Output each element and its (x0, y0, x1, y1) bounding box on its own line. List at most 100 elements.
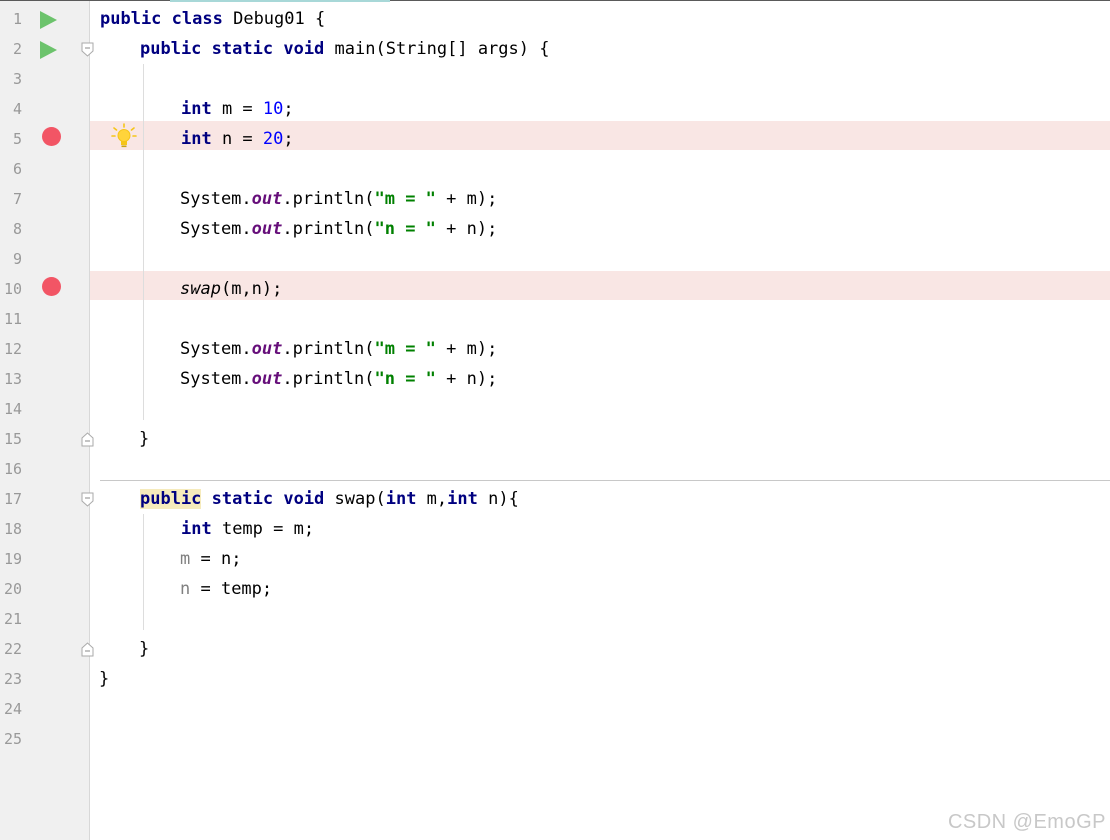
line-number: 8 (12, 220, 22, 238)
code-text: int temp = m; (181, 514, 314, 544)
static-field: out (251, 219, 283, 239)
token: temp = m; (211, 519, 315, 539)
run-arrow-icon[interactable] (40, 41, 57, 59)
code-text: public static void swap(int m,int n){ (140, 484, 519, 514)
code-line[interactable]: 11 (0, 304, 1110, 334)
code-line-breakpoint[interactable]: 10 swap(m,n); (0, 270, 1110, 300)
token: + m); (435, 339, 498, 359)
token: } (139, 639, 150, 659)
lightbulb-icon[interactable] (111, 123, 137, 149)
method-separator (100, 480, 1110, 481)
token: n = (211, 129, 263, 149)
line-number: 5 (12, 130, 22, 148)
line-number: 15 (3, 430, 22, 448)
fold-marker-icon[interactable] (81, 42, 94, 57)
string-literal: "m = " (374, 339, 436, 359)
code-editor[interactable]: 1 public class Debug01 { 2 public static… (0, 0, 1110, 840)
line-number: 2 (12, 40, 22, 58)
code-line[interactable]: 25 (0, 724, 1110, 754)
line-number: 7 (12, 190, 22, 208)
token: ; (283, 99, 294, 119)
token: ; (283, 129, 294, 149)
code-line[interactable]: 18 int temp = m; (0, 514, 1110, 544)
code-line[interactable]: 7 System.out.println("m = " + m); (0, 184, 1110, 214)
token: .println( (282, 219, 375, 239)
code-line[interactable]: 3 (0, 64, 1110, 94)
code-text: n = temp; (180, 574, 272, 604)
code-line[interactable]: 8 System.out.println("n = " + n); (0, 214, 1110, 244)
code-text: int n = 20; (181, 124, 294, 154)
indent-guide (143, 514, 144, 630)
code-text: public static void main(String[] args) { (140, 34, 549, 64)
line-number: 18 (3, 520, 22, 538)
code-text: } (99, 664, 109, 694)
token: System. (180, 189, 252, 209)
code-line[interactable]: 14 (0, 394, 1110, 424)
code-line[interactable]: 19 m = n; (0, 544, 1110, 574)
code-line[interactable]: 12 System.out.println("m = " + m); (0, 334, 1110, 364)
editor-top-border (0, 0, 1110, 1)
code-line[interactable]: 2 public static void main(String[] args)… (0, 34, 1110, 64)
run-arrow-icon[interactable] (40, 11, 57, 29)
code-text: m = n; (180, 544, 241, 574)
token: swap( (324, 489, 386, 509)
breakpoint-icon[interactable] (42, 127, 61, 146)
parameter-reassigned: m (180, 549, 191, 569)
code-text: System.out.println("n = " + n); (180, 214, 497, 244)
code-text: public class Debug01 { (100, 4, 325, 34)
line-number: 13 (3, 370, 22, 388)
number-literal: 20 (262, 129, 284, 149)
code-line-breakpoint[interactable]: 5 int n = 20; (0, 120, 1110, 150)
code-line[interactable]: 22 } (0, 634, 1110, 664)
token: = n; (190, 549, 242, 569)
line-number: 21 (3, 610, 22, 628)
fold-marker-icon[interactable] (81, 642, 94, 657)
token: + n); (435, 219, 498, 239)
static-field: out (251, 369, 283, 389)
token: main(String[] args) { (324, 39, 550, 59)
code-line[interactable]: 24 (0, 694, 1110, 724)
line-number: 23 (3, 670, 22, 688)
code-line[interactable]: 6 (0, 154, 1110, 184)
fold-marker-icon[interactable] (81, 432, 94, 447)
code-line[interactable]: 1 public class Debug01 { (0, 4, 1110, 34)
code-line[interactable]: 23 } (0, 664, 1110, 694)
code-line[interactable]: 15 } (0, 424, 1110, 454)
line-number: 6 (12, 160, 22, 178)
editor-tab-accent (170, 0, 390, 2)
token: + m); (435, 189, 498, 209)
keyword: int (181, 129, 212, 149)
keyword: public (140, 489, 202, 509)
token: n){ (477, 489, 519, 509)
line-number: 20 (3, 580, 22, 598)
code-line[interactable]: 20 n = temp; (0, 574, 1110, 604)
keyword: void (283, 489, 325, 509)
token: .println( (282, 369, 375, 389)
code-line[interactable]: 21 (0, 604, 1110, 634)
code-line[interactable]: 13 System.out.println("n = " + n); (0, 364, 1110, 394)
keyword: static (211, 489, 274, 509)
line-number: 12 (3, 340, 22, 358)
code-line[interactable]: 17 public static void swap(int m,int n){ (0, 484, 1110, 514)
line-number: 17 (3, 490, 22, 508)
line-number: 25 (3, 730, 22, 748)
line-number: 1 (12, 10, 22, 28)
token: System. (180, 339, 252, 359)
line-number: 22 (3, 640, 22, 658)
static-field: out (251, 189, 283, 209)
breakpoint-icon[interactable] (42, 277, 61, 296)
keyword: public (100, 9, 162, 29)
token: m = (211, 99, 263, 119)
fold-marker-icon[interactable] (81, 492, 94, 507)
token: System. (180, 369, 252, 389)
token: .println( (282, 189, 375, 209)
keyword: int (385, 489, 417, 509)
keyword: class (171, 9, 223, 29)
line-number: 3 (12, 70, 22, 88)
string-literal: "n = " (374, 369, 436, 389)
token: } (99, 669, 110, 689)
